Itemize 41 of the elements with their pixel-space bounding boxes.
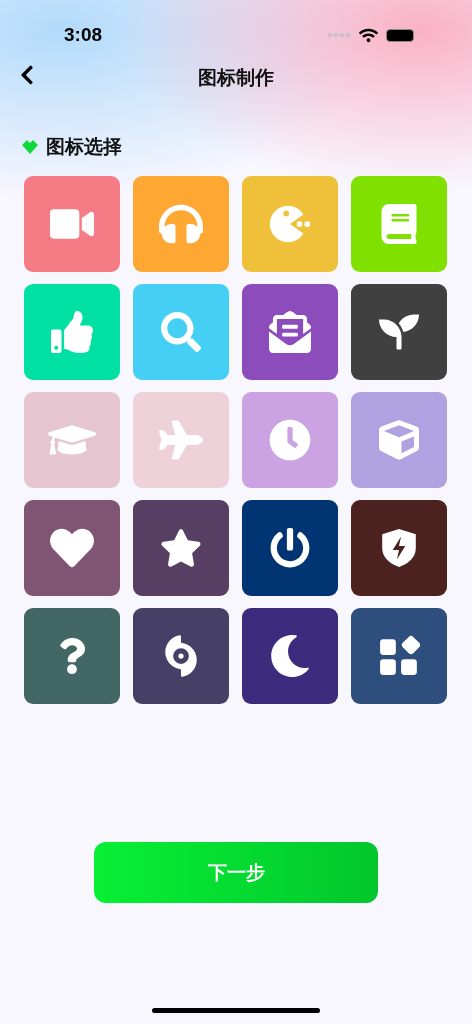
sprout-icon [379,312,419,352]
signal-icon [327,32,351,38]
icon-tile[interactable] [242,608,338,704]
search-icon [161,312,201,352]
icon-tile[interactable] [242,392,338,488]
icon-tile[interactable] [24,176,120,272]
headphones-icon [159,202,203,246]
icon-tile[interactable] [24,500,120,596]
clock-icon [269,419,311,461]
icon-tile[interactable] [351,500,447,596]
power-icon [270,528,310,568]
section-title: 图标选择 [46,134,122,159]
icon-tile[interactable] [133,284,229,380]
next-button[interactable]: 下一步 [94,842,378,903]
icon-tile[interactable] [351,392,447,488]
icon-tile[interactable] [242,284,338,380]
icon-tile[interactable] [351,176,447,272]
heart-tag-icon [20,139,40,155]
icon-tile[interactable] [351,284,447,380]
airplane-icon [159,418,203,462]
icon-tile[interactable] [24,392,120,488]
grid-icon [378,635,420,677]
icon-tile[interactable] [24,608,120,704]
heart-icon [50,526,94,570]
icon-tile[interactable] [133,392,229,488]
star-icon [160,527,202,569]
icon-tile[interactable] [242,500,338,596]
icon-tile[interactable] [24,284,120,380]
icon-tile[interactable] [133,608,229,704]
envelope-icon [269,311,311,353]
thumbs-up-icon [51,311,93,353]
battery-icon [386,28,414,42]
cube-icon [379,420,419,460]
icon-tile[interactable] [133,500,229,596]
page-title: 图标制作 [198,65,274,90]
book-icon [379,204,419,244]
icon-tile[interactable] [351,608,447,704]
moon-icon [269,635,311,677]
icon-tile[interactable] [242,176,338,272]
status-time: 3:08 [64,24,103,46]
icon-tile[interactable] [133,176,229,272]
